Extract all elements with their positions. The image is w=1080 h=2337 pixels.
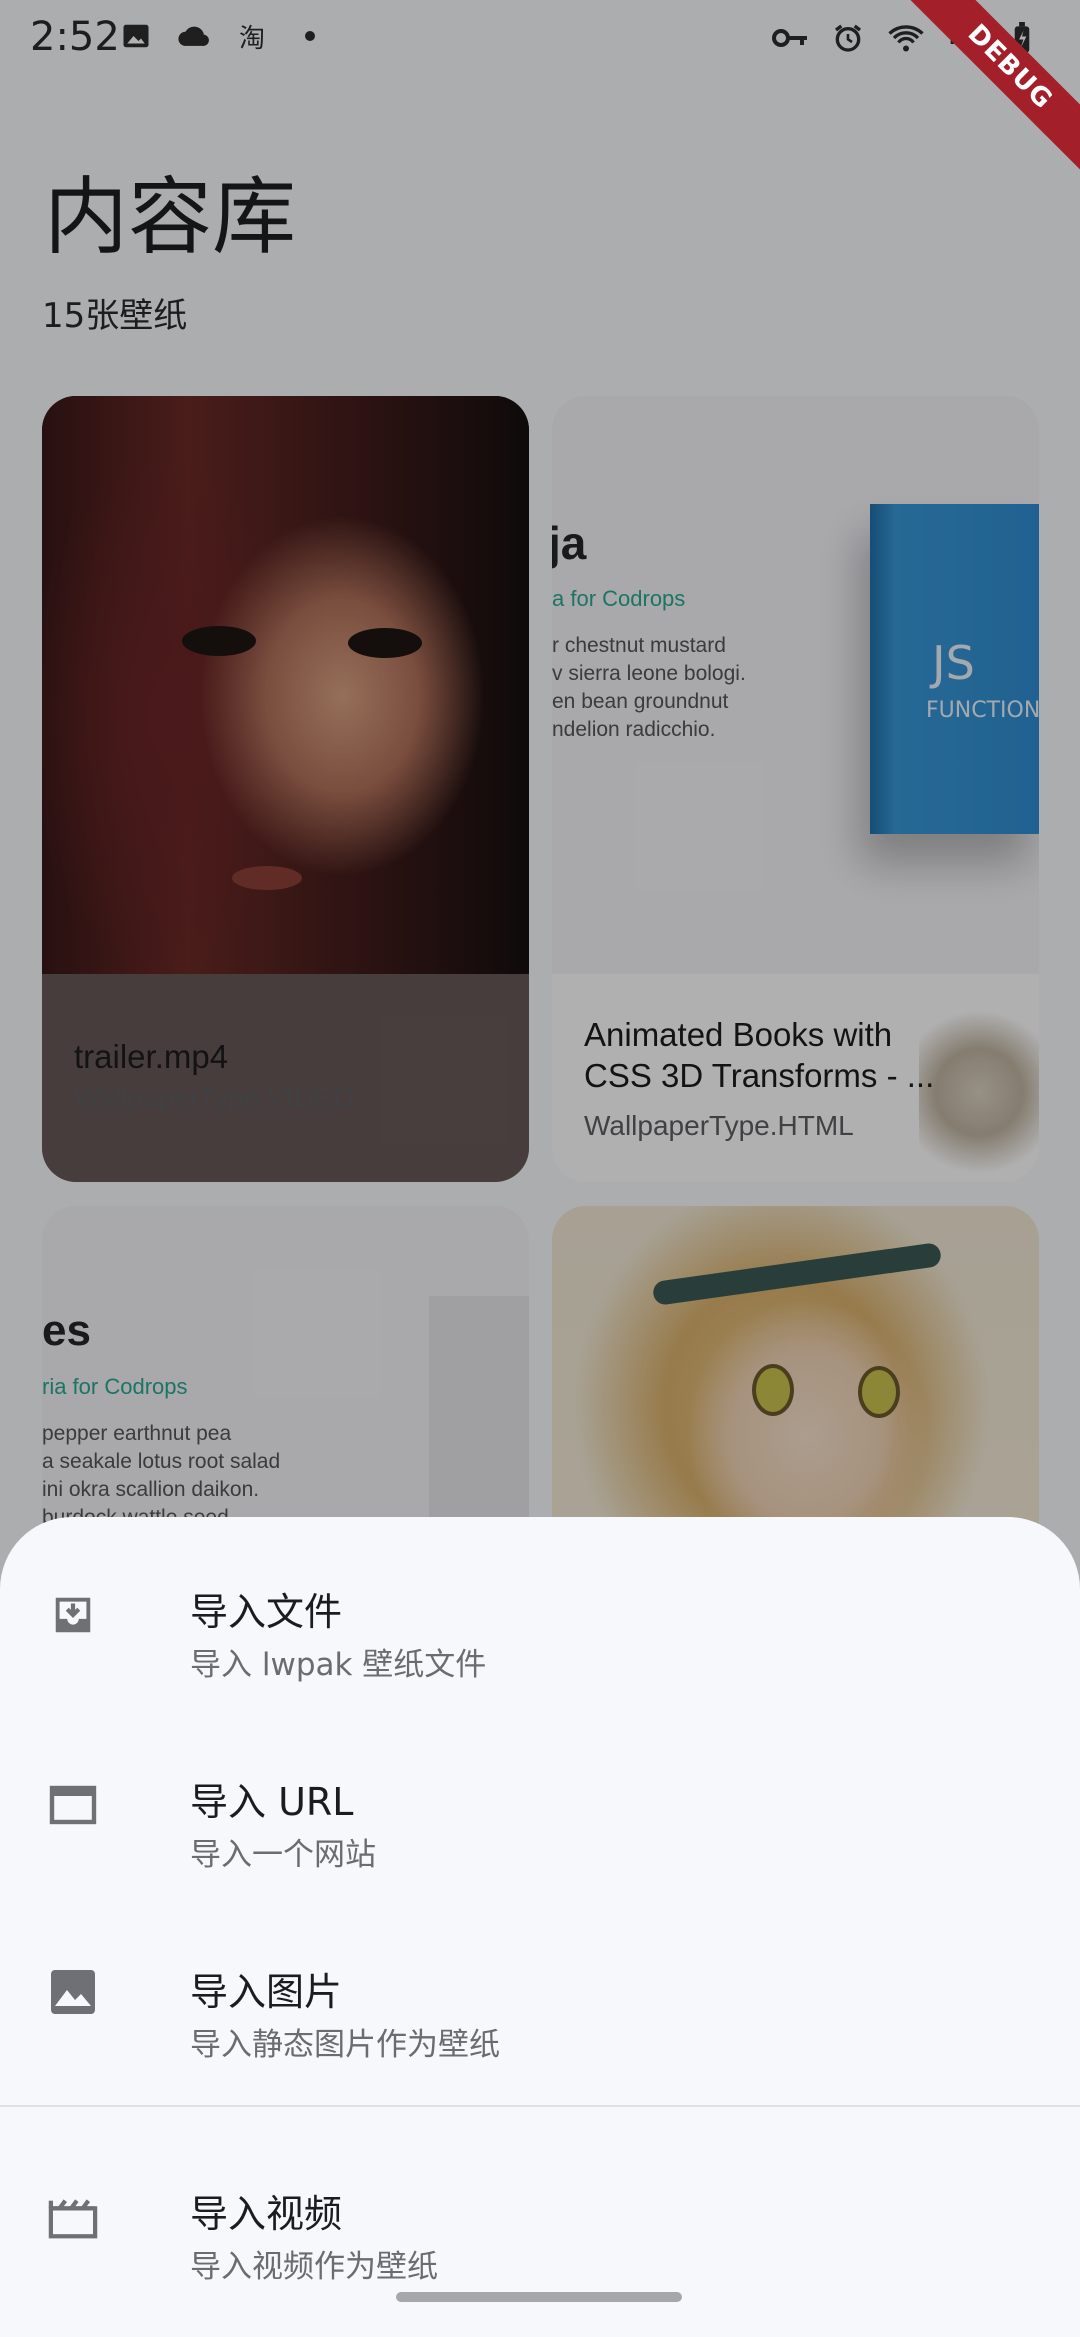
import-image-option[interactable]: 导入图片 导入静态图片作为壁纸 bbox=[0, 1937, 1080, 2107]
option-subtitle: 导入视频作为壁纸 bbox=[190, 2249, 438, 2285]
option-title: 导入视频 bbox=[190, 2192, 343, 2236]
import-url-option[interactable]: 导入 URL 导入一个网站 bbox=[0, 1747, 1080, 1917]
home-indicator[interactable] bbox=[396, 2292, 682, 2302]
sheet-divider bbox=[0, 2105, 1080, 2107]
import-file-option[interactable]: 导入文件 导入 lwpak 壁纸文件 bbox=[0, 1557, 1080, 1727]
movie-clapper-icon bbox=[48, 2193, 98, 2243]
import-bottom-sheet: 导入文件 导入 lwpak 壁纸文件 导入 URL 导入一个网站 导入图片 导入… bbox=[0, 1517, 1080, 2316]
option-title: 导入 URL bbox=[190, 1780, 354, 1824]
import-video-option[interactable]: 导入视频 导入视频作为壁纸 bbox=[0, 2167, 1080, 2337]
option-subtitle: 导入静态图片作为壁纸 bbox=[190, 2027, 500, 2063]
download-box-icon bbox=[48, 1590, 98, 1640]
option-title: 导入文件 bbox=[190, 1590, 343, 1634]
option-subtitle: 导入一个网站 bbox=[190, 1837, 376, 1873]
image-icon bbox=[48, 1967, 98, 2017]
option-title: 导入图片 bbox=[190, 1970, 343, 2014]
option-subtitle: 导入 lwpak 壁纸文件 bbox=[190, 1647, 487, 1683]
browser-window-icon bbox=[48, 1780, 98, 1830]
